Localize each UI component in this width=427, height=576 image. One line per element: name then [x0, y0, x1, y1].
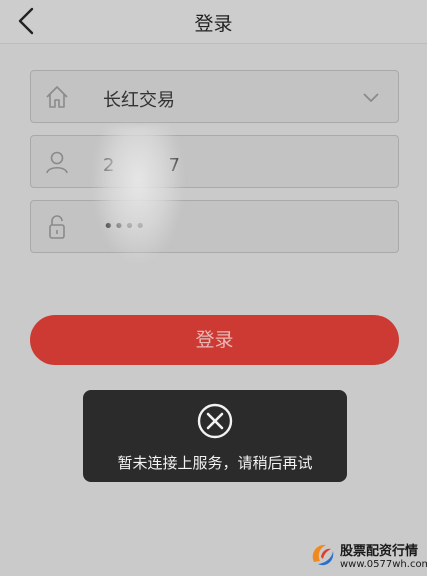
nav-bar: 登录 [0, 0, 427, 44]
account-input[interactable]: 2 7 [30, 135, 399, 188]
broker-value: 长红交易 [103, 90, 175, 111]
lock-icon [49, 215, 65, 239]
account-value: 2 7 [103, 155, 180, 176]
password-input[interactable]: •••• [30, 200, 399, 253]
login-button[interactable]: 登录 [30, 315, 399, 365]
user-icon [46, 151, 68, 174]
watermark-url: www.0577wh.com [340, 559, 427, 570]
password-value: •••• [103, 216, 146, 237]
page-title: 登录 [194, 13, 233, 35]
watermark: 股票配资行情 www.0577wh.com [308, 538, 427, 574]
login-screen: 登录 长红交易 2 7 •••• 登录 暂未连接上服务，请稍后再试 股票配资行情… [0, 0, 427, 576]
close-circle-icon [197, 403, 233, 439]
watermark-title: 股票配资行情 [340, 544, 419, 559]
toast-message: 暂未连接上服务，请稍后再试 [117, 454, 313, 472]
watermark-logo-icon [312, 544, 334, 566]
chevron-down-icon[interactable] [360, 86, 382, 108]
broker-select[interactable]: 长红交易 [30, 70, 399, 123]
home-icon [46, 86, 68, 108]
error-toast: 暂未连接上服务，请稍后再试 [83, 390, 347, 482]
